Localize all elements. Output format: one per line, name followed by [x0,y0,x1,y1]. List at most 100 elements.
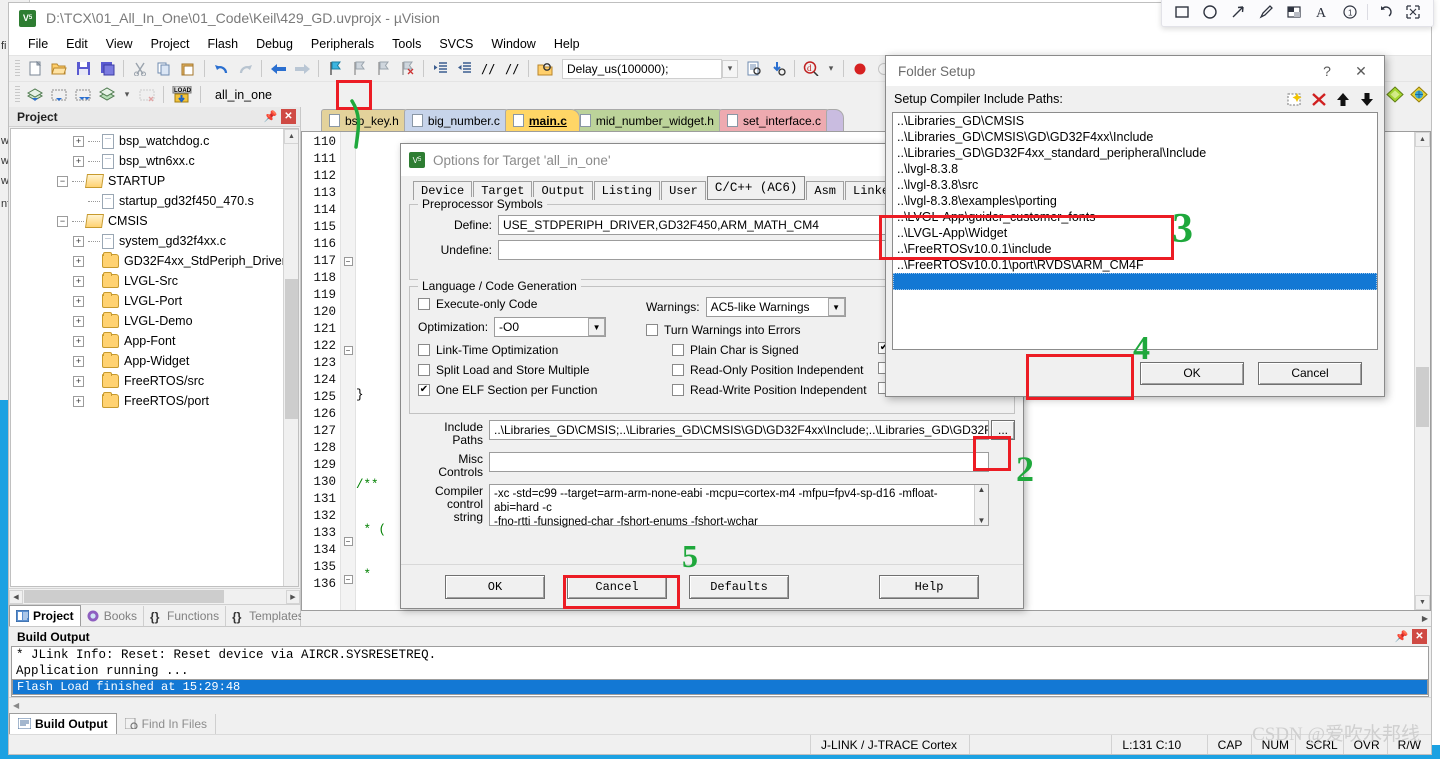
expander-icon[interactable]: + [73,135,84,147]
step-number-icon[interactable]: 1 [1336,0,1364,24]
menu-item-debug[interactable]: Debug [247,35,302,53]
link-time-optimization-checkbox[interactable]: Link-Time Optimization [418,343,646,357]
folder-ok-button[interactable]: OK [1140,361,1244,385]
cut-icon[interactable] [129,58,151,79]
new-path-icon[interactable] [1284,89,1306,110]
expander-icon[interactable]: + [73,295,84,307]
tab-build-output[interactable]: Build Output [9,713,117,734]
project-tree[interactable]: + bsp_watchdog.c + bsp_wtn6xx.c − STARTU… [10,128,299,587]
checkbox-box[interactable] [418,298,430,310]
download-to-flash-icon[interactable]: LOAD [169,84,195,105]
tab-find-in-files[interactable]: Find In Files [117,714,217,734]
open-find-icon[interactable] [534,58,556,79]
comment-icon[interactable]: // [477,58,499,79]
path-list-item[interactable]: ..\FreeRTOSv10.0.1\include [893,241,1377,257]
translate-icon[interactable] [24,84,46,105]
checkbox-box[interactable] [672,344,684,356]
expander-icon[interactable]: + [73,355,84,367]
menu-item-peripherals[interactable]: Peripherals [302,35,383,53]
tab-asm[interactable]: Asm [806,181,845,200]
rte-manager-lime-icon[interactable] [1384,84,1406,105]
checkbox-box[interactable] [646,324,658,336]
checkbox-box[interactable] [418,344,430,356]
tree-item-app-widget[interactable]: + App-Widget [11,351,298,371]
path-list-item-selected[interactable] [893,273,1377,290]
tab-templates[interactable]: {} Templates [226,606,311,626]
bookmark-next-icon[interactable] [348,58,370,79]
navigate-forward-icon[interactable] [291,58,313,79]
pin-icon[interactable]: 📌 [263,109,278,124]
stop-build-icon[interactable] [136,84,158,105]
find-in-files-icon[interactable] [743,58,765,79]
scroll-right-icon[interactable]: ▶ [286,589,300,604]
path-list-item[interactable]: ..\lvgl-8.3.8\examples\porting [893,193,1377,209]
tab-project[interactable]: Project [9,605,81,626]
misc-controls-input[interactable] [489,452,989,472]
redo-icon[interactable] [234,58,256,79]
doc-tab-set-interface-c[interactable]: set_interface.c [718,109,834,131]
path-list-item[interactable]: ..\lvgl-8.3.8 [893,161,1377,177]
tree-item-lvgl-port[interactable]: + LVGL-Port [11,291,298,311]
menu-item-svcs[interactable]: SVCS [430,35,482,53]
checkbox-box[interactable] [672,364,684,376]
find-combo[interactable]: Delay_us(100000); [562,58,722,79]
build-output-text[interactable]: * JLink Info: Reset: Reset device via AI… [11,646,1429,697]
scroll-left-icon[interactable]: ◀ [9,589,23,604]
menu-item-edit[interactable]: Edit [57,35,97,53]
build-icon[interactable] [48,84,70,105]
doc-tab-big-number-c[interactable]: big_number.c [403,109,513,131]
menu-item-flash[interactable]: Flash [198,35,247,53]
scrollbar-thumb[interactable] [285,279,298,419]
move-down-icon[interactable] [1356,89,1378,110]
checkbox-box[interactable] [672,384,684,396]
expander-icon[interactable]: + [73,235,84,247]
incremental-find-icon[interactable] [767,58,789,79]
tree-item[interactable]: + bsp_wtn6xx.c [11,151,298,171]
project-tree-hscrollbar[interactable]: ◀ ▶ [9,588,300,604]
tree-item[interactable]: startup_gd32f450_470.s [11,191,298,211]
indent-increase-icon[interactable] [429,58,451,79]
expander-icon[interactable]: + [73,315,84,327]
fold-toggle-icon[interactable]: − [343,257,353,266]
code-folding-bar[interactable]: − − − − [340,132,356,610]
options-cancel-button[interactable]: Cancel [567,574,667,599]
tab-c-cpp[interactable]: C/C++ (AC6) [706,176,806,200]
pin-icon[interactable]: 📌 [1394,629,1409,644]
arrow-tool-icon[interactable] [1224,0,1252,24]
tree-item-lvgl-demo[interactable]: + LVGL-Demo [11,311,298,331]
tree-item[interactable]: + system_gd32f4xx.c [11,231,298,251]
close-icon[interactable]: ✕ [1344,57,1378,85]
menu-item-window[interactable]: Window [482,35,544,53]
doc-tab-main-c[interactable]: main.c [504,109,580,131]
expander-icon[interactable]: + [73,155,84,167]
rebuild-icon[interactable] [72,84,94,105]
open-file-icon[interactable] [48,58,70,79]
hscrollbar-thumb[interactable] [24,590,224,603]
collapse-icon[interactable]: − [57,215,68,227]
optimization-select[interactable]: -O0 ▼ [494,317,607,337]
expander-icon[interactable]: + [73,275,84,287]
warnings-select[interactable]: AC5-like Warnings ▼ [705,297,846,317]
path-list-item[interactable]: ..\FreeRTOSv10.0.1\port\RVDS\ARM_CM4F [893,257,1377,273]
batch-build-icon[interactable] [96,84,118,105]
scroll-up-icon[interactable]: ▲ [284,129,298,144]
undo-icon[interactable] [1371,0,1399,24]
expander-icon[interactable]: + [73,255,84,267]
bookmark-prev-icon[interactable] [372,58,394,79]
undo-icon[interactable] [210,58,232,79]
editor-horizontal-scrollbar[interactable]: ▶ [301,611,1431,626]
toolbar-grip[interactable] [15,59,20,78]
paste-icon[interactable] [177,58,199,79]
bookmark-clear-icon[interactable] [396,58,418,79]
checkbox-box[interactable] [418,364,430,376]
tree-item-lvgl-src[interactable]: + LVGL-Src [11,271,298,291]
menu-item-tools[interactable]: Tools [383,35,430,53]
plain-char-signed-checkbox[interactable]: Plain Char is Signed [646,343,878,357]
tab-books[interactable]: Books [81,606,145,626]
pin-image-icon[interactable] [1399,0,1427,24]
browse-symbol-icon[interactable]: d [800,58,822,79]
tree-item-app-font[interactable]: + App-Font [11,331,298,351]
read-write-position-independent-checkbox[interactable]: Read-Write Position Independent [646,383,878,397]
path-list-item[interactable]: ..\Libraries_GD\CMSIS\GD\GD32F4xx\Includ… [893,129,1377,145]
doc-tab-mid-number-widget-h[interactable]: mid_number_widget.h [571,109,727,131]
